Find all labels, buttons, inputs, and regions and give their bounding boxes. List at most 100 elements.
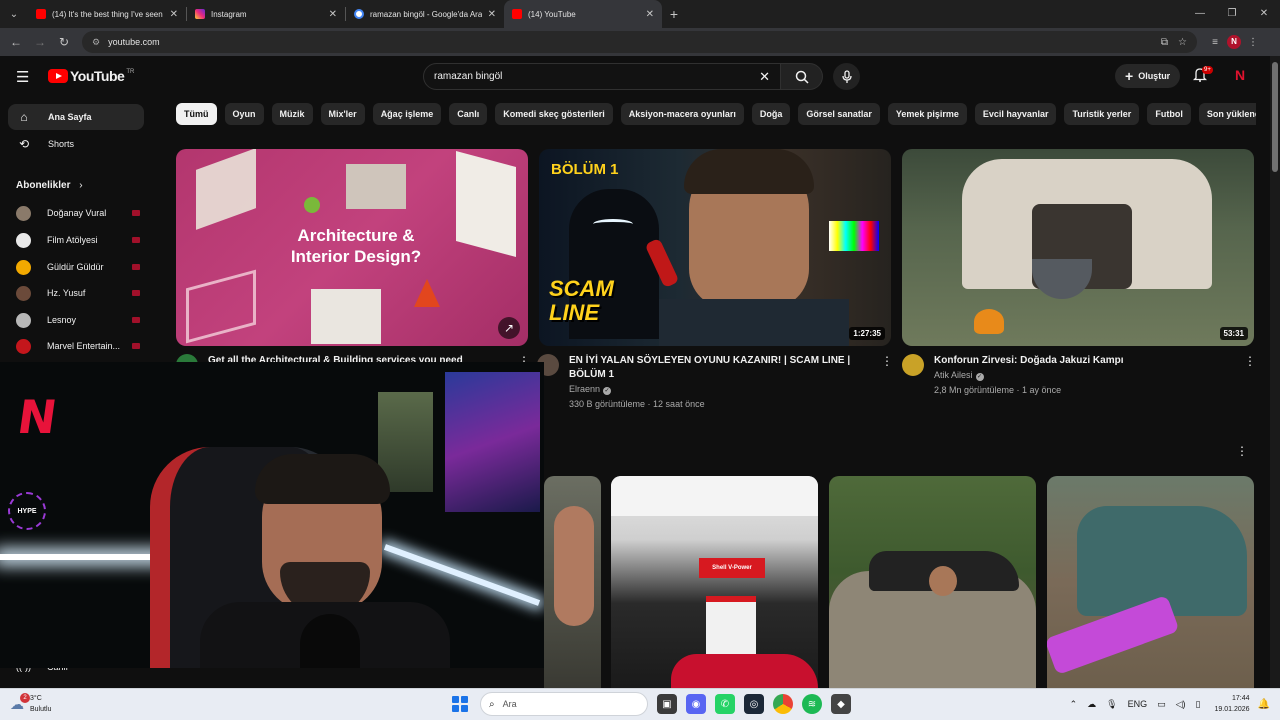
browser-tab[interactable]: (14) It's the best thing I've seen ✕ (28, 0, 186, 28)
subscription-item[interactable]: Doğanay Vural (16, 200, 140, 226)
subscription-item[interactable]: Lesnoy (16, 307, 140, 333)
network-icon[interactable]: ▭ (1157, 699, 1166, 710)
chip[interactable]: Görsel sanatlar (798, 103, 880, 125)
video-thumbnail[interactable]: 53:31 (902, 149, 1254, 346)
video-meta: Konforun Zirvesi: Doğada Jakuzi Kampı At… (902, 354, 1256, 398)
chip[interactable]: Aksiyon-macera oyunları (620, 103, 744, 125)
menu-icon[interactable]: ☰ (16, 68, 29, 86)
youtube-logo[interactable]: YouTube TR (48, 68, 134, 84)
taskbar-search[interactable]: ⌕ Ara (480, 692, 648, 716)
url-text: youtube.com (108, 37, 160, 47)
chip[interactable]: Ağaç işleme (372, 103, 442, 125)
page-scrollbar[interactable] (1270, 56, 1280, 688)
weather-widget[interactable]: ☁ 2 3°C Bulutlu (10, 693, 51, 715)
tab-close-icon[interactable]: ✕ (646, 9, 654, 20)
discord-icon[interactable]: ◉ (686, 694, 706, 714)
browser-tab[interactable]: Instagram ✕ (187, 0, 345, 28)
close-window-icon[interactable]: ✕ (1248, 0, 1280, 28)
video-thumbnail[interactable]: Architecture & Interior Design? ↗ (176, 149, 528, 346)
chip[interactable]: Son yüklenenler (1198, 103, 1256, 125)
shorts-more-options-icon[interactable]: ⋮ (1236, 444, 1248, 458)
restore-icon[interactable]: ❐ (1216, 0, 1248, 28)
chip[interactable]: Doğa (751, 103, 791, 125)
chip[interactable]: Komedi skeç gösterileri (495, 103, 613, 125)
app-icon[interactable]: ◆ (831, 694, 851, 714)
chevron-up-icon[interactable]: ⌃ (1070, 699, 1078, 710)
chip[interactable]: Müzik (271, 103, 313, 125)
search-input[interactable]: ramazan bingöl ✕ (423, 63, 781, 90)
back-icon[interactable]: ← (4, 35, 28, 49)
steam-icon[interactable]: ◎ (744, 694, 764, 714)
subscription-item[interactable]: Marvel Entertain... (16, 333, 140, 359)
address-bar[interactable]: ⚙ youtube.com ⧉ ☆ (82, 31, 1197, 53)
battery-icon[interactable]: ▯ (1196, 699, 1201, 710)
tab-close-icon[interactable]: ✕ (170, 9, 178, 20)
short-thumbnail[interactable] (1047, 476, 1254, 688)
task-view-icon[interactable]: ▣ (657, 694, 677, 714)
tab-search-button[interactable]: ⌄ (0, 0, 28, 28)
subscription-item[interactable]: Film Atölyesi (16, 227, 140, 253)
site-info-icon[interactable]: ⚙ (92, 37, 100, 48)
account-avatar[interactable]: N (1231, 67, 1249, 85)
whatsapp-icon[interactable]: ✆ (715, 694, 735, 714)
more-options-icon[interactable]: ⋮ (1244, 354, 1256, 398)
browser-tab-active[interactable]: (14) YouTube ✕ (504, 0, 662, 28)
video-title[interactable]: EN İYİ YALAN SÖYLEYEN OYUNU KAZANIR! | S… (569, 354, 881, 382)
subscriptions-heading[interactable]: Abonelikler › (16, 180, 83, 191)
spotify-icon[interactable]: ≋ (802, 694, 822, 714)
cloud-sync-icon[interactable]: ☁ (1087, 699, 1096, 710)
chip[interactable]: Mix'ler (320, 103, 365, 125)
tab-close-icon[interactable]: ✕ (488, 9, 496, 20)
notification-icon[interactable]: 🔔 (1258, 699, 1270, 710)
forward-icon[interactable]: → (28, 35, 52, 49)
start-button[interactable] (452, 696, 468, 712)
bookmark-star-icon[interactable]: ☆ (1178, 37, 1187, 48)
profile-avatar[interactable]: N (1227, 35, 1241, 49)
subscription-item[interactable]: Güldür Güldür (16, 254, 140, 280)
chip[interactable]: Turistik yerler (1064, 103, 1140, 125)
video-title[interactable]: Konforun Zirvesi: Doğada Jakuzi Kampı (934, 354, 1244, 368)
chevron-right-icon: › (79, 180, 83, 191)
new-tab-button[interactable]: + (662, 6, 686, 22)
tab-close-icon[interactable]: ✕ (329, 9, 337, 20)
chip[interactable]: Yemek pişirme (887, 103, 967, 125)
thumbnail-cauldron (1032, 259, 1092, 299)
short-thumbnail[interactable] (829, 476, 1036, 688)
short-canopy-graphic (611, 476, 818, 516)
chip[interactable]: Evcil hayvanlar (974, 103, 1057, 125)
video-card[interactable]: Architecture & Interior Design? ↗ Get al… (176, 149, 530, 376)
chip[interactable]: Tümü (176, 103, 217, 125)
sidebar-item-home[interactable]: ⌂ Ana Sayfa (8, 104, 144, 130)
chip[interactable]: Canlı (449, 103, 488, 125)
video-thumbnail[interactable]: BÖLÜM 1 SCAM LINE 1:27:35 (539, 149, 891, 346)
more-options-icon[interactable]: ⋮ (881, 354, 893, 412)
short-thumbnail[interactable] (544, 476, 601, 688)
channel-name[interactable]: Elraenn ✓ (569, 382, 881, 397)
reload-icon[interactable]: ↻ (52, 35, 76, 49)
video-card[interactable]: 53:31 Konforun Zirvesi: Doğada Jakuzi Ka… (902, 149, 1256, 395)
search-button[interactable] (781, 63, 823, 90)
clock[interactable]: 17:44 19.01.2026 (1215, 693, 1250, 715)
sidebar-item-shorts[interactable]: ⟲ Shorts (8, 131, 144, 157)
short-thumbnail[interactable]: Shell V-Power (611, 476, 818, 688)
video-card[interactable]: BÖLÜM 1 SCAM LINE 1:27:35 EN İYİ YALAN S… (537, 149, 893, 409)
channel-avatar[interactable] (902, 354, 924, 376)
browser-menu-icon[interactable]: ⋮ (1241, 37, 1265, 48)
chip[interactable]: Oyun (224, 103, 264, 125)
browser-tab[interactable]: ramazan bingöl - Google'da Ara ✕ (346, 0, 504, 28)
install-app-icon[interactable]: ⧉ (1161, 37, 1168, 48)
voice-search-button[interactable] (833, 63, 860, 90)
language-indicator[interactable]: ENG (1128, 699, 1148, 709)
channel-name[interactable]: Atik Ailesi ✓ (934, 368, 1244, 383)
minimize-icon[interactable]: — (1184, 0, 1216, 28)
volume-icon[interactable]: ◁) (1176, 699, 1186, 710)
reading-list-icon[interactable]: ≡ (1203, 37, 1227, 48)
subscription-item[interactable]: Hz. Yusuf (16, 280, 140, 306)
chrome-icon[interactable] (773, 694, 793, 714)
open-link-icon[interactable]: ↗ (498, 317, 520, 339)
create-button[interactable]: + Oluştur (1115, 64, 1181, 88)
scrollbar-thumb[interactable] (1272, 62, 1278, 172)
microphone-icon[interactable]: 🎙 (1106, 699, 1117, 710)
clear-search-icon[interactable]: ✕ (759, 69, 770, 85)
chip[interactable]: Futbol (1147, 103, 1191, 125)
